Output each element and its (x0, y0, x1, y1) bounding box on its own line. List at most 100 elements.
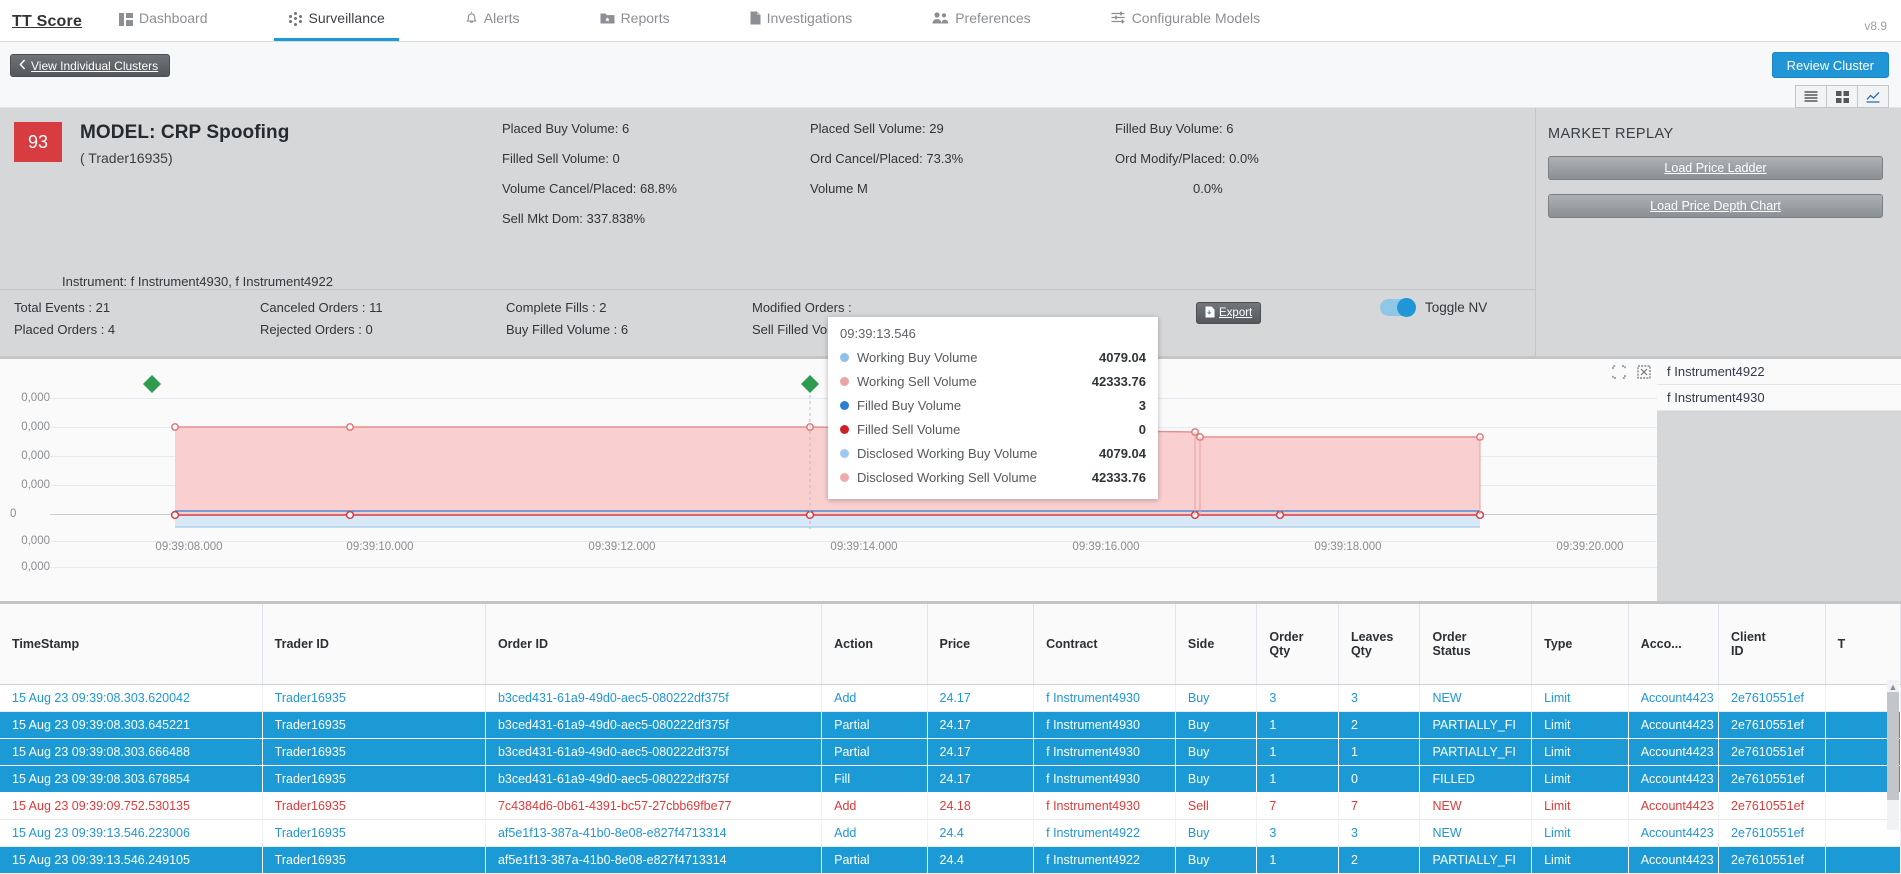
nav-item-dashboard[interactable]: Dashboard (105, 0, 222, 41)
stats-column-1: Placed Buy Volume: 6 Filled Sell Volume:… (502, 122, 810, 242)
cell-timestamp: 15 Aug 23 09:39:13.546.249105 (0, 847, 262, 874)
cell-side: Buy (1175, 685, 1257, 712)
stat-item: Sell Mkt Dom: 337.838% (502, 212, 810, 225)
cell-account: Account4423 (1628, 712, 1718, 739)
cell-leaves-qty: 2 (1338, 712, 1420, 739)
nav-item-label: Configurable Models (1132, 10, 1260, 26)
stat-item: Placed Sell Volume: 29 (810, 122, 1115, 135)
column-header-trailing[interactable]: T (1825, 604, 1900, 685)
expand-icon[interactable] (1612, 365, 1626, 382)
tooltip-label: Filled Buy Volume (857, 398, 1139, 413)
export-button[interactable]: Export (1196, 302, 1261, 324)
cell-action: Partial (822, 739, 927, 766)
table-row[interactable]: 15 Aug 23 09:39:13.546.223006 Trader1693… (0, 820, 1901, 847)
column-header-account[interactable]: Acco... (1628, 604, 1718, 685)
document-icon (750, 11, 761, 28)
column-header-order-id[interactable]: Order ID (485, 604, 821, 685)
column-header-price[interactable]: Price (927, 604, 1034, 685)
brand-logo[interactable]: TT Score (0, 13, 105, 41)
cell-timestamp: 15 Aug 23 09:39:09.752.530135 (0, 793, 262, 820)
column-header-order-status[interactable]: Order Status (1420, 604, 1532, 685)
cell-order-qty: 7 (1257, 793, 1339, 820)
table-row[interactable]: 15 Aug 23 09:39:08.303.678854 Trader1693… (0, 766, 1901, 793)
column-header-timestamp[interactable]: TimeStamp (0, 604, 262, 685)
summary-item: Canceled Orders : 11 (260, 300, 506, 315)
nav-item-label: Alerts (484, 10, 520, 26)
table-row[interactable]: 15 Aug 23 09:39:09.752.530135 Trader1693… (0, 793, 1901, 820)
tooltip-label: Filled Sell Volume (857, 422, 1139, 437)
table-vertical-scrollbar[interactable] (1887, 680, 1899, 830)
cell-contract: f Instrument4930 (1034, 766, 1176, 793)
scrollbar-thumb[interactable] (1887, 692, 1899, 800)
cell-action: Add (822, 820, 927, 847)
toggle-nv-control[interactable]: Toggle NV (1380, 299, 1487, 316)
table-row[interactable]: 15 Aug 23 09:39:08.303.666488 Trader1693… (0, 739, 1901, 766)
tooltip-timestamp: 09:39:13.546 (840, 326, 1146, 341)
load-price-ladder-button[interactable]: Load Price Ladder (1548, 156, 1883, 180)
tooltip-value: 42333.76 (1092, 374, 1146, 389)
nav-item-investigations[interactable]: Investigations (736, 0, 867, 41)
summary-group: Canceled Orders : 11 Rejected Orders : 0 (260, 300, 506, 344)
summary-group: Complete Fills : 2 Buy Filled Volume : 6 (506, 300, 752, 344)
cell-timestamp: 15 Aug 23 09:39:08.303.678854 (0, 766, 262, 793)
cell-client-id: 2e7610551ef (1719, 739, 1826, 766)
cell-order-status: NEW (1420, 793, 1532, 820)
stat-item: Ord Cancel/Placed: 73.3% (810, 152, 1115, 165)
view-individual-clusters-button[interactable]: View Individual Clusters (10, 54, 170, 77)
table-header-row: TimeStamp Trader ID Order ID Action Pric… (0, 604, 1901, 685)
cell-order-qty: 1 (1257, 712, 1339, 739)
column-header-action[interactable]: Action (822, 604, 927, 685)
nav-item-configurable-models[interactable]: Configurable Models (1097, 0, 1274, 41)
chart-legend: f Instrument4922 f Instrument4930 (1657, 359, 1901, 604)
cell-action: Add (822, 685, 927, 712)
cell-trader-id: Trader16935 (262, 766, 485, 793)
table-row[interactable]: 15 Aug 23 09:39:13.546.249105 Trader1693… (0, 847, 1901, 874)
tooltip-row: Disclosed Working Buy Volume 4079.04 (840, 441, 1146, 465)
cell-contract: f Instrument4930 (1034, 739, 1176, 766)
stats-column-3: Filled Buy Volume: 6 Ord Modify/Placed: … (1115, 122, 1375, 242)
clear-selection-icon[interactable] (1637, 365, 1651, 382)
cell-account: Account4423 (1628, 820, 1718, 847)
chart-tooltip: 09:39:13.546 Working Buy Volume 4079.04 … (828, 317, 1158, 499)
legend-item-instrument-4922[interactable]: f Instrument4922 (1657, 359, 1901, 385)
nav-item-preferences[interactable]: Preferences (918, 0, 1044, 41)
nav-item-surveillance[interactable]: Surveillance (274, 0, 399, 41)
legend-item-instrument-4930[interactable]: f Instrument4930 (1657, 385, 1901, 411)
tooltip-row: Working Buy Volume 4079.04 (840, 345, 1146, 369)
review-cluster-button[interactable]: Review Cluster (1772, 52, 1889, 78)
cell-account: Account4423 (1628, 685, 1718, 712)
chart-view-icon[interactable] (1857, 85, 1889, 108)
cell-type: Limit (1532, 847, 1629, 874)
cell-order-id: b3ced431-61a9-49d0-aec5-080222df375f (485, 766, 821, 793)
column-header-order-qty[interactable]: Order Qty (1257, 604, 1339, 685)
column-header-leaves-qty[interactable]: Leaves Qty (1338, 604, 1420, 685)
triangle-up-icon[interactable]: ▲ (1887, 682, 1899, 692)
grid-view-icon[interactable] (1826, 85, 1858, 108)
column-header-client-id[interactable]: Client ID (1719, 604, 1826, 685)
column-header-trader-id[interactable]: Trader ID (262, 604, 485, 685)
cell-action: Partial (822, 712, 927, 739)
tooltip-label: Disclosed Working Buy Volume (857, 446, 1099, 461)
toggle-nv-switch[interactable] (1380, 299, 1416, 316)
column-header-type[interactable]: Type (1532, 604, 1629, 685)
list-view-icon[interactable] (1795, 85, 1827, 108)
stat-item: Filled Sell Volume: 0 (502, 152, 810, 165)
column-header-contract[interactable]: Contract (1034, 604, 1176, 685)
nav-item-label: Preferences (955, 10, 1030, 26)
stat-item: Filled Buy Volume: 6 (1115, 122, 1375, 135)
cell-client-id: 2e7610551ef (1719, 712, 1826, 739)
tooltip-value: 4079.04 (1099, 350, 1146, 365)
load-price-depth-chart-button[interactable]: Load Price Depth Chart (1548, 194, 1883, 218)
table-row[interactable]: 15 Aug 23 09:39:08.303.645221 Trader1693… (0, 712, 1901, 739)
event-summary-bar: Total Events : 21 Placed Orders : 4 Canc… (0, 289, 1535, 356)
summary-item: Buy Filled Volume : 6 (506, 322, 752, 337)
cell-contract: f Instrument4922 (1034, 847, 1176, 874)
tooltip-label: Disclosed Working Sell Volume (857, 470, 1092, 485)
cell-order-qty: 1 (1257, 847, 1339, 874)
column-header-side[interactable]: Side (1175, 604, 1257, 685)
table-row[interactable]: 15 Aug 23 09:39:08.303.620042 Trader1693… (0, 685, 1901, 712)
nav-item-alerts[interactable]: Alerts (451, 0, 534, 41)
nav-item-reports[interactable]: Reports (586, 0, 684, 41)
cell-price: 24.17 (927, 685, 1034, 712)
action-bar: View Individual Clusters Review Cluster (0, 42, 1901, 108)
